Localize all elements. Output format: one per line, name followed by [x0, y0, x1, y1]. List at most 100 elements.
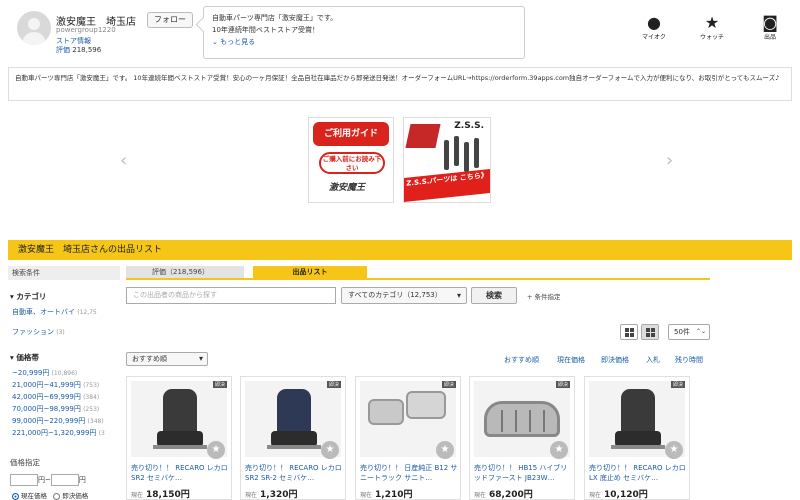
person-icon: ● [647, 13, 661, 32]
price-section-title[interactable]: ▾ 価格帯 [10, 352, 39, 363]
category-link-fashion[interactable]: ファッション (3) [12, 327, 65, 337]
category-count: (12,75 [77, 309, 97, 316]
store-avatar[interactable] [17, 11, 51, 45]
price-min-input[interactable] [10, 474, 38, 486]
price-value: 68,200円 [489, 490, 533, 500]
product-title[interactable]: 売り切り！！ RECARO レカロ SR2 セミバケ… [131, 463, 229, 483]
buynow-badge: 即決 [212, 381, 227, 388]
carousel-prev-icon[interactable]: ‹ [120, 150, 127, 171]
carousel-next-icon[interactable]: › [666, 150, 673, 171]
tab-listings[interactable]: 出品リスト [253, 266, 367, 278]
seller-search-input[interactable]: この出品者の商品から探す [126, 287, 336, 304]
sort-current-price[interactable]: 現在価格 [557, 355, 585, 365]
sort-buynow-price[interactable]: 即決価格 [601, 355, 629, 365]
follow-button[interactable]: フォロー [147, 12, 193, 28]
watch-star-icon[interactable]: ★ [207, 441, 225, 459]
price-range-label: 21,000円~41,999円 [12, 381, 81, 389]
category-label: ファッション [12, 328, 54, 336]
my-auction-button[interactable]: ● マイオク [634, 13, 674, 42]
product-title[interactable]: 売り切り！！ 日産純正 B12 サニートラック サニト… [360, 463, 458, 483]
watch-star-icon[interactable]: ★ [321, 441, 339, 459]
price-value: 18,150円 [146, 490, 190, 500]
sort-recommended[interactable]: おすすめ順 [504, 355, 539, 365]
large-grid-view-button[interactable] [641, 324, 659, 340]
brand-logo [405, 124, 441, 148]
price-range-link[interactable]: 42,000円~69,999円 (384) [12, 392, 99, 402]
price-value: 1,320円 [260, 490, 298, 500]
zss-logo: Z.S.S. [454, 121, 484, 131]
product-price: 現在 68,200円 [474, 487, 533, 500]
chevron-down-icon: ⌄ [212, 38, 218, 46]
price-type-radios: 現在価格 即決価格 [12, 490, 88, 500]
price-label: 現在 [474, 492, 487, 499]
product-card[interactable]: 即決 ★ 売り切り！！ RECARO レカロ SR2 SR-2 セミバケ… 現在… [240, 376, 346, 500]
price-max-input[interactable] [50, 474, 79, 486]
plus-icon: + [527, 293, 533, 301]
sort-time-left[interactable]: 残り時間 [675, 355, 703, 365]
user-guide-banner[interactable]: ご利用ガイド ご購入前にお読み下さい 激安魔王 [308, 117, 394, 203]
price-range-count: (348) [87, 418, 104, 425]
product-price: 現在 1,320円 [245, 487, 298, 500]
product-title[interactable]: 売り切り！！ RECARO レカロ SR2 SR-2 セミバケ… [245, 463, 343, 483]
conditions-label: 条件指定 [534, 293, 561, 301]
product-card[interactable]: 即決 ★ 売り切り！！ RECARO レカロ LX 底止め セミバケ… 現在 10… [584, 376, 690, 500]
more-link[interactable]: ⌄ もっと見る [212, 36, 516, 48]
product-card[interactable]: 即決 ★ 売り切り！！ RECARO レカロ SR2 セミバケ… 現在 18,15… [126, 376, 232, 500]
radio-current-label: 現在価格 [21, 492, 47, 500]
price-range-link[interactable]: 221,000円~1,320,999円 (3 [12, 428, 105, 438]
price-range-label: 42,000円~69,999円 [12, 393, 81, 401]
store-description: 自動車パーツ専門店「激安魔王」です。 10年連続年間ベストストア受賞！安心の一ヶ… [8, 67, 792, 101]
price-range-count: (753) [83, 382, 100, 389]
price-label: 現在 [360, 492, 373, 499]
star-icon: ★ [704, 13, 720, 32]
watch-star-icon[interactable]: ★ [550, 441, 568, 459]
zss-parts-banner[interactable]: Z.S.S. Z.S.S.パーツは こちら》 [403, 117, 491, 203]
price-range-label: ~20,999円 [12, 369, 50, 377]
price-range-link[interactable]: 70,000円~98,999円 (253) [12, 404, 99, 414]
sell-label: 出品 [763, 34, 776, 41]
product-price: 現在 10,120円 [589, 487, 648, 499]
category-link-auto[interactable]: 自動車、オートバイ (12,75 [12, 307, 97, 317]
tab-rating[interactable]: 評価（218,596） [126, 266, 244, 278]
category-section-title[interactable]: ▾ カテゴリ [10, 291, 46, 302]
product-title[interactable]: 売り切り！！ RECARO レカロ LX 底止め セミバケ… [589, 463, 687, 483]
radio-buynow-price[interactable]: 即決価格 [53, 492, 88, 500]
product-price: 現在 1,210円 [360, 487, 413, 500]
buynow-badge: 即決 [326, 381, 341, 388]
price-from-suffix: 円~ [38, 476, 51, 484]
my-auction-label: マイオク [642, 34, 666, 41]
product-card[interactable]: 即決 ★ 売り切り！！ 日産純正 B12 サニートラック サニト… 現在 1,21… [355, 376, 461, 500]
sort-bids[interactable]: 入札 [646, 355, 660, 365]
price-to-suffix: 円 [78, 476, 86, 484]
store-rating[interactable]: 評価 218,596 [56, 45, 101, 55]
grid-view-button[interactable] [620, 324, 638, 340]
per-page-select[interactable]: 50件 [668, 324, 710, 340]
price-range-count: (3 [98, 430, 105, 437]
category-select[interactable]: すべてのカテゴリ（12,753） [341, 287, 467, 304]
price-range-inputs: 円~ 円 [10, 474, 86, 486]
category-count: (3) [56, 329, 65, 336]
sort-select[interactable]: おすすめ順 [126, 352, 208, 366]
price-range-link[interactable]: ~20,999円 (10,896) [12, 368, 77, 378]
price-label: 現在 [131, 492, 144, 499]
conditions-link[interactable]: + 条件指定 [527, 291, 561, 301]
guide-signature: 激安魔王 [329, 183, 366, 193]
product-title[interactable]: 売り切り！！ HB15 ハイブリッドファースト JB23W… [474, 463, 572, 483]
guide-subtitle: ご購入前にお読み下さい [319, 152, 385, 174]
price-range-link[interactable]: 21,000円~41,999円 (753) [12, 380, 99, 390]
watch-star-icon[interactable]: ★ [436, 441, 454, 459]
product-card[interactable]: 即決 ★ 売り切り！！ HB15 ハイブリッドファースト JB23W… 現在 68… [469, 376, 575, 500]
radio-current-price[interactable]: 現在価格 [12, 492, 47, 500]
store-intro-bubble: 自動車パーツ専門店「激安魔王」です。 10年連続年間ベストストア受賞！ ⌄ もっ… [203, 6, 525, 59]
buynow-badge: 即決 [555, 381, 570, 388]
price-range-link[interactable]: 99,000円~220,999円 (348) [12, 416, 104, 426]
watch-star-icon[interactable]: ★ [665, 441, 683, 459]
search-button[interactable]: 検索 [471, 287, 517, 304]
buynow-badge: 即決 [441, 381, 456, 388]
price-range-label: 99,000円~220,999円 [12, 417, 86, 425]
product-price: 現在 18,150円 [131, 487, 190, 500]
sell-button[interactable]: ◙ 出品 [750, 14, 790, 42]
watch-button[interactable]: ★ ウォッチ [692, 13, 732, 42]
price-label: 現在 [245, 492, 258, 499]
price-value: 1,210円 [375, 490, 413, 500]
